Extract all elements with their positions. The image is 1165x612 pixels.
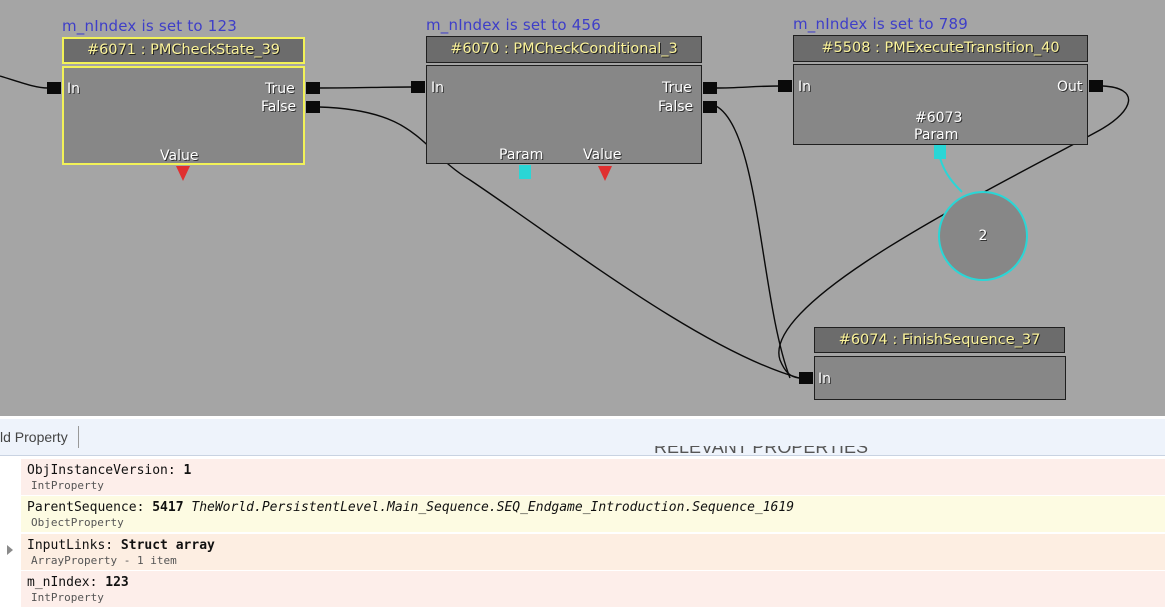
property-object-path: TheWorld.PersistentLevel.Main_Sequence.S… bbox=[191, 500, 795, 515]
finish-sequence-in-port[interactable] bbox=[799, 372, 813, 384]
ghost-heading: RELEVANT PROPERTIES bbox=[654, 446, 869, 457]
finish-sequence-in-label: In bbox=[818, 371, 832, 387]
check-conditional-false-port[interactable] bbox=[703, 101, 717, 113]
property-row[interactable]: ParentSequence: 5417 TheWorld.Persistent… bbox=[21, 496, 1165, 532]
property-name: ObjInstanceVersion: bbox=[27, 463, 176, 478]
property-panel-header: ld Property bbox=[0, 419, 1165, 456]
execute-transition-in-port[interactable] bbox=[778, 80, 792, 92]
execute-transition-out-label: Out bbox=[1057, 79, 1083, 95]
property-type: ObjectProperty bbox=[31, 516, 124, 529]
property-row[interactable]: m_nIndex: 123 IntProperty bbox=[21, 571, 1165, 607]
check-state-value-output-marker[interactable] bbox=[176, 166, 190, 181]
property-type: IntProperty bbox=[31, 591, 104, 604]
check-state-true-port[interactable] bbox=[306, 82, 320, 94]
wire-incoming bbox=[0, 75, 49, 89]
wire-conditional-true bbox=[715, 85, 781, 89]
comment-execute-transition: m_nIndex is set to 789 bbox=[793, 15, 968, 33]
check-state-in-port[interactable] bbox=[47, 82, 61, 94]
check-state-false-label: False bbox=[261, 99, 297, 115]
property-row-main: m_nIndex: 123 bbox=[27, 571, 1165, 591]
check-conditional-param-port[interactable] bbox=[519, 165, 531, 179]
check-conditional-false-label: False bbox=[658, 99, 694, 115]
property-value: 123 bbox=[105, 575, 129, 590]
property-row[interactable]: ObjInstanceVersion: 1 IntProperty bbox=[21, 459, 1165, 495]
expand-arrow-icon[interactable] bbox=[7, 545, 13, 555]
check-conditional-true-label: True bbox=[662, 80, 692, 96]
int-variable-value: 2 bbox=[978, 228, 988, 244]
int-variable-node[interactable]: 2 bbox=[938, 191, 1028, 281]
node-finish-sequence-title[interactable]: #6074 : FinishSequence_37 bbox=[814, 327, 1065, 353]
check-state-true-label: True bbox=[265, 81, 295, 97]
property-row-main: InputLinks: Struct array bbox=[27, 534, 1165, 554]
property-value: 1 bbox=[183, 463, 192, 478]
node-finish-sequence-body[interactable] bbox=[814, 356, 1066, 400]
node-check-conditional-title[interactable]: #6070 : PMCheckConditional_3 bbox=[426, 36, 702, 63]
execute-transition-param-port[interactable] bbox=[934, 145, 946, 159]
wire-conditional-false bbox=[715, 105, 791, 379]
column-separator[interactable] bbox=[78, 426, 79, 448]
property-row-main: ParentSequence: 5417 TheWorld.Persistent… bbox=[27, 496, 1165, 516]
property-name: InputLinks: bbox=[27, 538, 114, 553]
check-state-false-port[interactable] bbox=[306, 101, 320, 113]
check-conditional-value-label: Value bbox=[583, 147, 622, 163]
property-value: 5417 bbox=[152, 500, 184, 515]
execute-transition-out-port[interactable] bbox=[1089, 80, 1103, 92]
property-row[interactable]: InputLinks: Struct array ArrayProperty - … bbox=[21, 534, 1165, 570]
node-check-state-title[interactable]: #6071 : PMCheckState_39 bbox=[62, 37, 305, 64]
property-row-main: ObjInstanceVersion: 1 bbox=[27, 459, 1165, 479]
check-conditional-value-output-marker[interactable] bbox=[598, 166, 612, 181]
check-conditional-in-label: In bbox=[431, 80, 445, 96]
comment-check-conditional: m_nIndex is set to 456 bbox=[426, 16, 601, 34]
comment-check-state: m_nIndex is set to 123 bbox=[62, 17, 237, 35]
property-name: ParentSequence: bbox=[27, 500, 145, 515]
execute-transition-var-id: #6073 bbox=[915, 110, 963, 126]
check-state-in-label: In bbox=[67, 81, 81, 97]
execute-transition-param-label: Param bbox=[914, 127, 959, 143]
wire-variable-param bbox=[939, 157, 963, 193]
sequence-graph-canvas[interactable]: m_nIndex is set to 123 m_nIndex is set t… bbox=[0, 0, 1165, 416]
property-name: m_nIndex: bbox=[27, 575, 98, 590]
execute-transition-in-label: In bbox=[798, 79, 812, 95]
property-type: ArrayProperty - 1 item bbox=[31, 554, 177, 567]
property-column-header[interactable]: ld Property bbox=[0, 429, 68, 445]
check-conditional-param-label: Param bbox=[499, 147, 544, 163]
property-type: IntProperty bbox=[31, 479, 104, 492]
node-execute-transition-title[interactable]: #5508 : PMExecuteTransition_40 bbox=[793, 35, 1088, 62]
check-conditional-true-port[interactable] bbox=[703, 82, 717, 94]
wire-checkstate-true bbox=[318, 86, 413, 89]
check-state-value-label: Value bbox=[160, 148, 199, 164]
property-value: Struct array bbox=[120, 538, 215, 553]
check-conditional-in-port[interactable] bbox=[411, 81, 425, 93]
